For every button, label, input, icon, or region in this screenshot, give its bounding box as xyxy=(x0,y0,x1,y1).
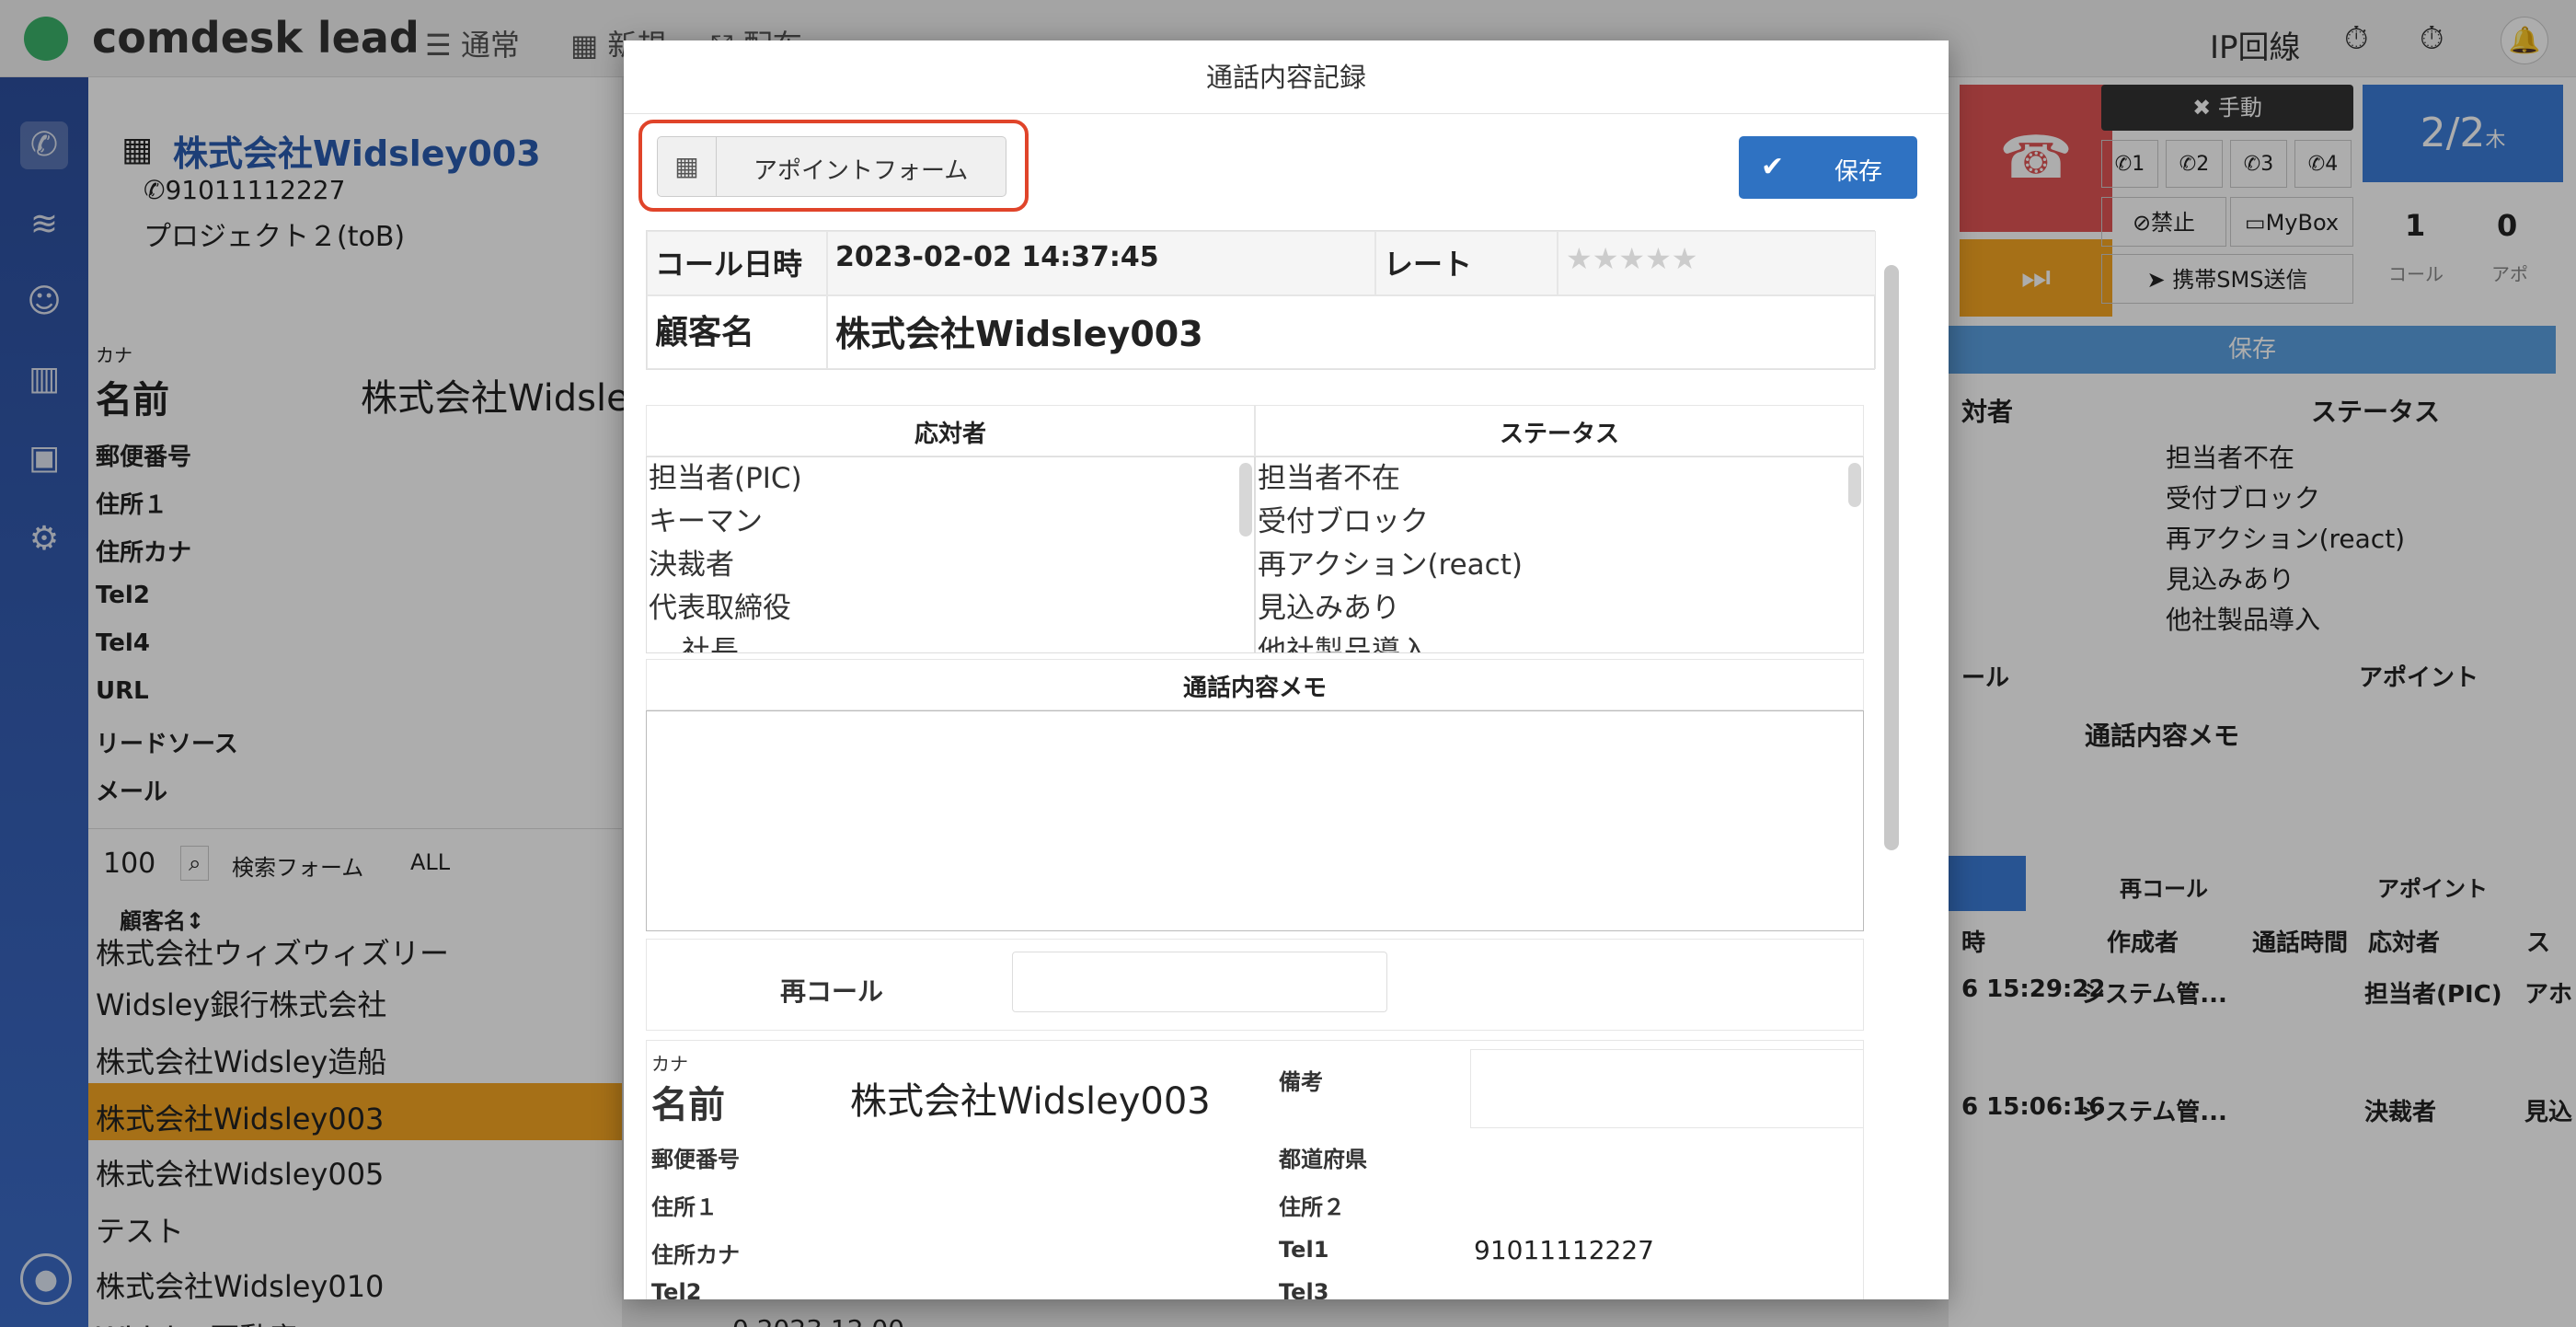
modal-scrollbar[interactable] xyxy=(1884,265,1899,850)
status-option[interactable]: 見込みあり xyxy=(1256,587,1863,630)
notes-label: 備考 xyxy=(1279,1069,1323,1095)
responder-option[interactable]: 担当者(PIC) xyxy=(647,457,1254,501)
status-option[interactable]: 他社製品導入 xyxy=(1256,630,1863,652)
addr1-label: 住所１ xyxy=(651,1194,718,1220)
modal-title: 通話内容記録 xyxy=(624,40,1949,114)
status-option[interactable]: 再アクション(react) xyxy=(1256,544,1863,587)
addr-kana-label: 住所カナ xyxy=(651,1242,740,1268)
recall-label: 再コール xyxy=(780,976,884,1007)
responder-option[interactable]: キーマン xyxy=(647,501,1254,544)
responder-select[interactable]: 担当者(PIC) キーマン 決裁者 代表取締役 社長 xyxy=(646,456,1255,653)
responder-option[interactable]: 決裁者 xyxy=(647,544,1254,587)
status-scrollbar[interactable] xyxy=(1848,463,1861,507)
save-label: 保存 xyxy=(1834,158,1883,186)
modal-scroll-area[interactable]: コール日時 2023-02-02 14:37:45 レート ★★★★★ 顧客名 … xyxy=(638,221,1904,1299)
save-button[interactable]: ✔ 保存 xyxy=(1739,136,1917,199)
highlight-callout xyxy=(638,120,1029,212)
rate-label: レート xyxy=(1375,231,1558,295)
status-option[interactable]: 受付ブロック xyxy=(1256,501,1863,544)
check-icon: ✔ xyxy=(1761,151,1785,183)
call-datetime-value: 2023-02-02 14:37:45 xyxy=(827,231,1375,295)
recall-input[interactable] xyxy=(1012,952,1387,1012)
kana-label: カナ xyxy=(651,1053,688,1075)
status-header: ステータス xyxy=(1255,405,1864,456)
name-value: 株式会社Widsley003 xyxy=(850,1080,1211,1123)
customer-name-value: 株式会社Widsley003 xyxy=(827,295,1876,369)
call-datetime-label: コール日時 xyxy=(647,231,827,295)
addr2-label: 住所２ xyxy=(1279,1194,1345,1220)
customer-name-label: 顧客名 xyxy=(647,295,827,369)
call-info-table: コール日時 2023-02-02 14:37:45 レート ★★★★★ 顧客名 … xyxy=(646,230,1876,370)
responder-header: 応対者 xyxy=(646,405,1255,456)
status-select[interactable]: 担当者不在 受付ブロック 再アクション(react) 見込みあり 他社製品導入 xyxy=(1255,456,1864,653)
status-option[interactable]: 担当者不在 xyxy=(1256,457,1863,501)
tel2-label: Tel2 xyxy=(651,1279,702,1299)
tel3-label: Tel3 xyxy=(1279,1279,1329,1299)
responder-scrollbar[interactable] xyxy=(1239,463,1252,537)
rating-stars[interactable]: ★★★★★ xyxy=(1558,231,1876,295)
name-label: 名前 xyxy=(651,1084,725,1126)
responder-option[interactable]: 代表取締役 xyxy=(647,587,1254,630)
notes-textarea[interactable] xyxy=(1470,1049,1864,1128)
memo-label: 通話内容メモ xyxy=(646,659,1864,710)
responder-option[interactable]: 社長 xyxy=(647,630,1254,652)
zip-label: 郵便番号 xyxy=(651,1147,740,1172)
tel1-value: 91011112227 xyxy=(1474,1235,1654,1265)
tel1-label: Tel1 xyxy=(1279,1237,1329,1263)
memo-textarea[interactable] xyxy=(646,710,1864,931)
call-record-modal: 通話内容記録 ▦ アポイントフォーム ✔ 保存 コール日時 2023-02-02… xyxy=(624,40,1949,1299)
pref-label: 都道府県 xyxy=(1279,1147,1367,1172)
